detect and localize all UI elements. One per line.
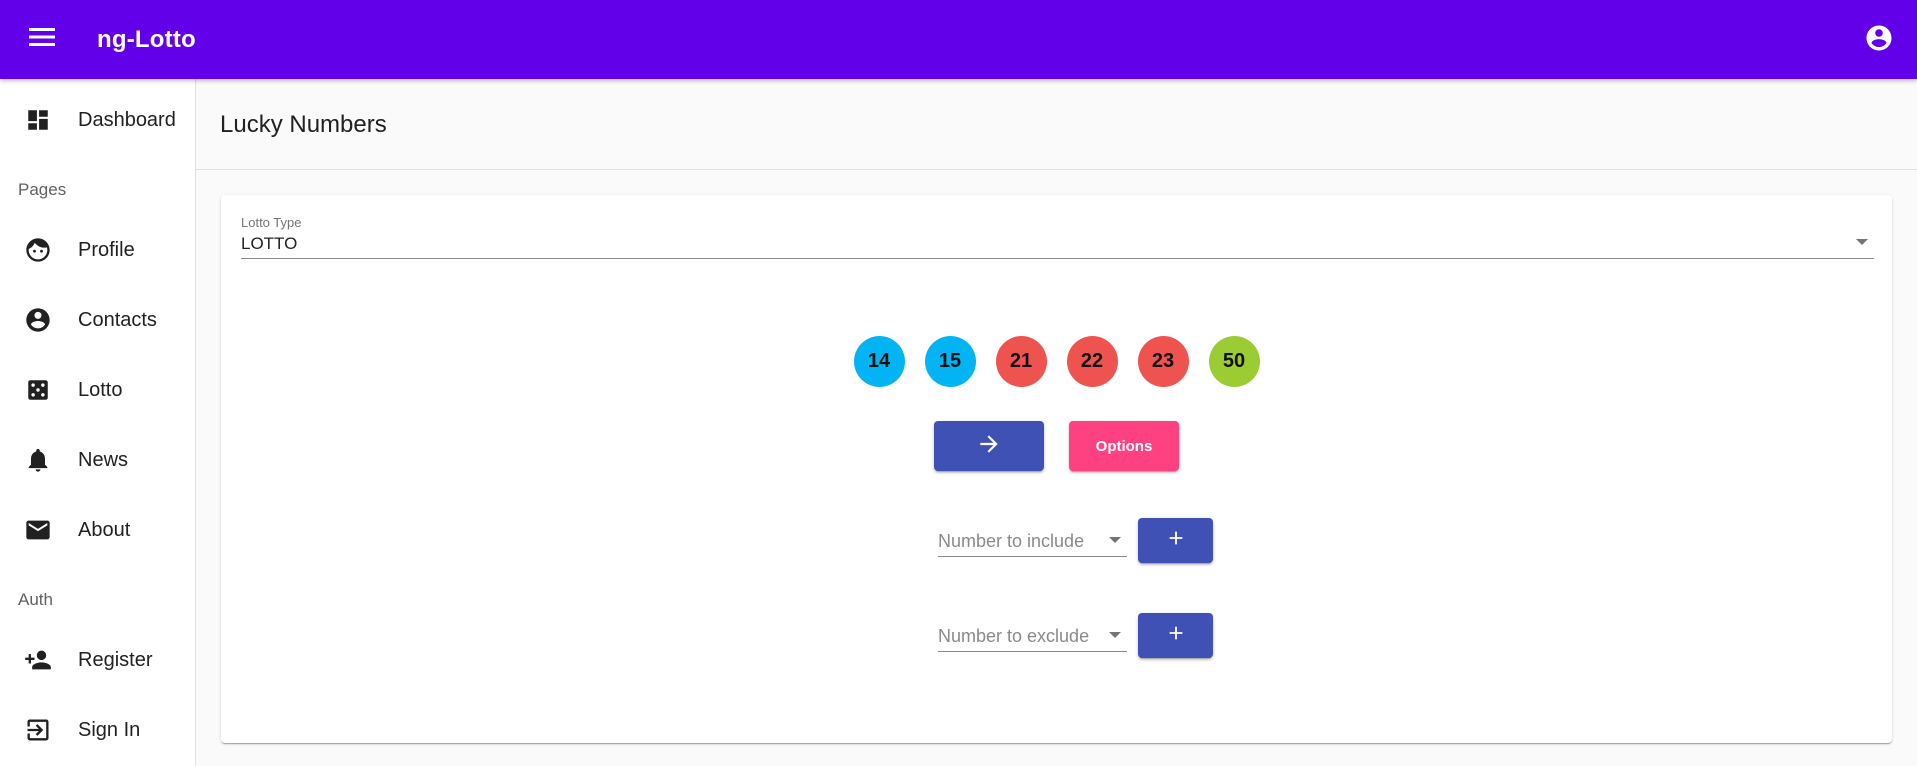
sidebar-item-label: Dashboard — [78, 108, 176, 131]
login-icon — [24, 716, 52, 744]
account-button[interactable] — [1859, 20, 1899, 60]
app-title: ng-Lotto — [97, 25, 196, 53]
sidebar-item-label: Register — [78, 648, 153, 671]
include-placeholder: Number to include — [938, 531, 1085, 551]
mail-icon — [24, 516, 52, 544]
chevron-down-icon — [1109, 632, 1121, 638]
sidebar-item-sign-in[interactable]: Sign In — [0, 702, 195, 758]
account-circle-icon — [1864, 23, 1894, 58]
sidebar: Dashboard Pages Profile Contacts Lotto N… — [0, 79, 196, 766]
number-ball: 22 — [1066, 336, 1118, 387]
include-number-select[interactable]: Number to include — [938, 519, 1127, 557]
sidebar-item-label: Profile — [78, 238, 135, 261]
add-exclude-button[interactable] — [1138, 613, 1213, 658]
options-button[interactable]: Options — [1069, 421, 1179, 471]
sidebar-item-label: About — [78, 518, 131, 541]
sidebar-item-dashboard[interactable]: Dashboard — [0, 92, 195, 148]
section-label-auth: Auth — [18, 590, 53, 609]
exclude-number-select[interactable]: Number to exclude — [938, 614, 1127, 652]
dashboard-icon — [24, 106, 52, 134]
number-ball: 50 — [1208, 336, 1260, 387]
sidebar-item-about[interactable]: About — [0, 502, 195, 558]
sidebar-item-profile[interactable]: Profile — [0, 222, 195, 278]
exclude-placeholder: Number to exclude — [938, 626, 1090, 646]
sidebar-item-label: Sign In — [78, 718, 141, 741]
section-label-pages: Pages — [18, 180, 67, 199]
bell-icon — [24, 446, 52, 474]
lotto-type-select[interactable]: Lotto Type LOTTO — [241, 215, 1874, 259]
sidebar-item-label: News — [78, 448, 129, 471]
person-add-icon — [24, 646, 52, 674]
sidebar-item-lotto[interactable]: Lotto — [0, 362, 195, 418]
lotto-type-value: LOTTO — [241, 234, 298, 253]
number-ball: 21 — [995, 336, 1047, 387]
dice-icon — [24, 376, 52, 404]
chevron-down-icon — [1856, 239, 1868, 245]
add-include-button[interactable] — [1138, 518, 1213, 563]
plus-icon — [1165, 527, 1187, 554]
lotto-type-label: Lotto Type — [241, 215, 302, 230]
number-ball: 23 — [1137, 336, 1189, 387]
sidebar-item-register[interactable]: Register — [0, 632, 195, 688]
lucky-numbers-card: Lotto Type LOTTO 14 15 21 22 23 50 Optio… — [221, 195, 1892, 743]
sidebar-item-label: Contacts — [78, 308, 157, 331]
arrow-right-icon — [976, 431, 1002, 462]
page-title: Lucky Numbers — [220, 111, 387, 138]
number-ball: 15 — [924, 336, 976, 387]
chevron-down-icon — [1109, 537, 1121, 543]
generate-button[interactable] — [934, 421, 1044, 471]
menu-icon — [29, 27, 55, 52]
plus-icon — [1165, 622, 1187, 649]
number-ball: 14 — [853, 336, 905, 387]
top-toolbar: ng-Lotto — [0, 0, 1917, 79]
sidebar-item-label: Lotto — [78, 378, 123, 401]
account-circle-icon — [24, 306, 52, 334]
sidebar-item-contacts[interactable]: Contacts — [0, 292, 195, 348]
lucky-numbers-list: 14 15 21 22 23 50 — [221, 336, 1892, 387]
menu-button[interactable] — [22, 20, 62, 60]
page-header: Lucky Numbers — [196, 79, 1917, 170]
face-icon — [24, 236, 52, 264]
sidebar-item-news[interactable]: News — [0, 432, 195, 488]
